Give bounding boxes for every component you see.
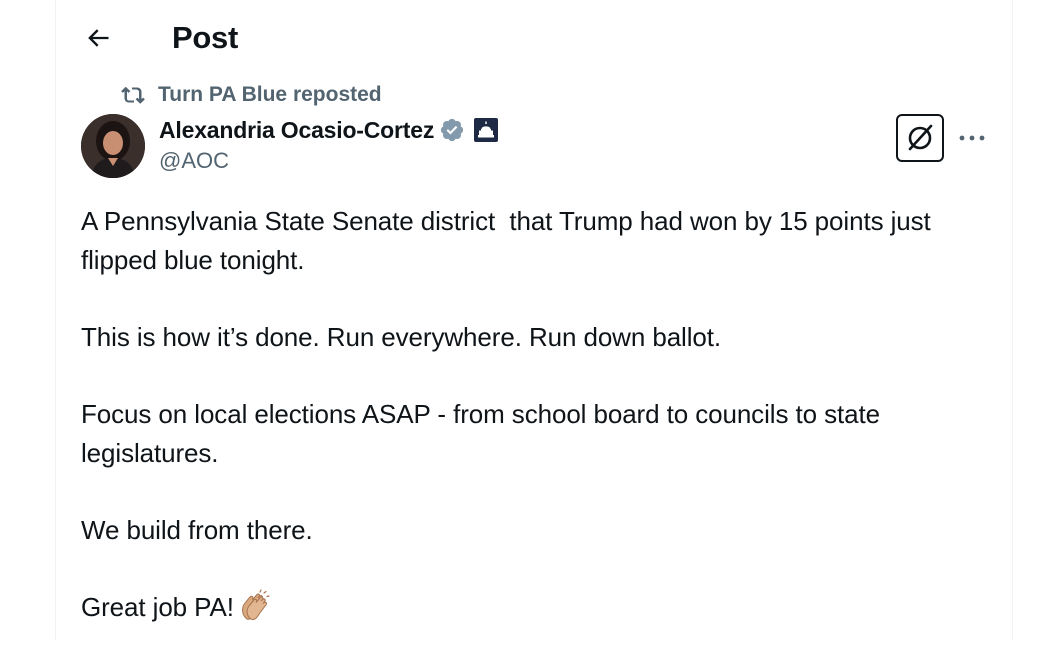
post-paragraph: Focus on local elections ASAP - from sch…	[81, 399, 888, 468]
capitol-building-icon[interactable]	[474, 118, 499, 142]
repost-indicator[interactable]: Turn PA Blue reposted	[120, 82, 382, 108]
grok-button[interactable]	[896, 114, 944, 162]
arrow-left-icon	[88, 29, 109, 47]
repost-icon	[120, 82, 146, 108]
author-handle[interactable]: @AOC	[159, 147, 229, 175]
post-text: A Pennsylvania State Senate district tha…	[81, 202, 981, 665]
post-paragraph-text: Great job PA!	[81, 592, 234, 622]
more-options-button[interactable]	[954, 122, 990, 154]
grok-icon	[908, 124, 933, 151]
post-paragraph: We build from there.	[81, 515, 313, 545]
verified-badge-icon[interactable]	[439, 117, 466, 144]
post-detail-column: Post Turn PA Blue reposted Alexandria Oc…	[55, 0, 1013, 640]
post-paragraph-last: Great job PA!	[81, 588, 981, 627]
more-horizontal-icon	[959, 135, 985, 141]
page-title: Post	[172, 20, 238, 55]
back-button[interactable]	[78, 18, 118, 58]
repost-text: Turn PA Blue reposted	[158, 83, 382, 106]
author-name[interactable]: Alexandria Ocasio-Cortez	[159, 117, 434, 144]
author-name-row: Alexandria Ocasio-Cortez	[159, 114, 499, 146]
post-header: Post	[56, 0, 1012, 74]
post-paragraph: A Pennsylvania State Senate district tha…	[81, 206, 938, 275]
avatar[interactable]	[81, 114, 145, 178]
clapping-hands-emoji	[238, 589, 272, 623]
post-paragraph: This is how it’s done. Run everywhere. R…	[81, 322, 722, 352]
